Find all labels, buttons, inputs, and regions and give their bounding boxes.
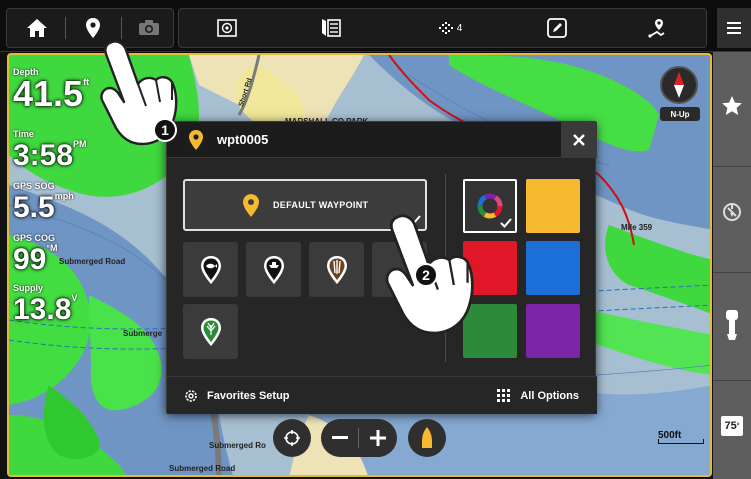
view-actions-group: 4 xyxy=(178,8,707,48)
grid-icon xyxy=(497,389,511,402)
main-menu-button[interactable] xyxy=(717,8,751,48)
sonar-view-button[interactable] xyxy=(205,9,249,47)
map-label-mile: Mile 359 xyxy=(621,223,653,232)
fish-waypoint-option[interactable] xyxy=(183,242,238,297)
map-scale: 500ft xyxy=(658,430,704,444)
supply-unit: V xyxy=(71,293,78,303)
dialog-title: wpt0005 xyxy=(217,132,269,147)
water-temp-value: 75 xyxy=(724,420,737,432)
step-badge-2: 2 xyxy=(414,263,438,287)
satellite-count: 4 xyxy=(456,22,463,34)
autopilot-button[interactable] xyxy=(713,192,751,232)
favorites-setup-label: Favorites Setup xyxy=(207,390,290,402)
sog-unit: mph xyxy=(54,191,74,201)
plus-icon xyxy=(370,430,386,446)
dialog-header: wpt0005 xyxy=(167,122,597,158)
cog-readout[interactable]: GPS COG 99°M xyxy=(13,233,57,277)
orientation-mode[interactable]: N-Up xyxy=(660,107,700,121)
favorites-button[interactable] xyxy=(713,86,751,126)
outboard-motor-icon xyxy=(726,310,738,340)
time-label: Time xyxy=(13,129,34,139)
time-value: 3:58 xyxy=(13,139,74,172)
all-options-label: All Options xyxy=(520,390,579,402)
time-readout[interactable]: Time 3:58PM xyxy=(13,129,87,173)
route-icon xyxy=(648,19,665,38)
map-label-submerged-road-2: Submerged Road xyxy=(169,464,236,473)
depth-readout[interactable]: Depth 41.5ft xyxy=(13,67,90,114)
boat-position-button[interactable] xyxy=(408,419,446,457)
zoom-out-button[interactable] xyxy=(321,419,359,457)
dialog-footer: Favorites Setup All Options xyxy=(167,376,597,414)
home-icon xyxy=(27,19,47,37)
autopilot-icon xyxy=(723,203,741,221)
zoom-in-button[interactable] xyxy=(359,419,397,457)
cog-value: 99 xyxy=(13,243,47,276)
checkmark-icon xyxy=(500,218,512,228)
depth-unit: ft xyxy=(83,77,90,87)
waypoint-pin-icon xyxy=(189,130,203,150)
satellite-status-button[interactable]: 4 xyxy=(425,9,475,47)
waypoint-dialog: wpt0005 DEFAULT WAYPOINT Favorites Setup… xyxy=(166,121,597,414)
supply-label: Supply xyxy=(13,283,44,293)
camera-icon xyxy=(139,20,159,35)
sog-value: 5.5 xyxy=(13,191,55,224)
default-waypoint-label: DEFAULT WAYPOINT xyxy=(273,200,369,210)
map-label-submerge: Submerge xyxy=(123,329,163,338)
vegetation-waypoint-option[interactable] xyxy=(183,304,238,359)
cog-unit: °M xyxy=(46,243,58,253)
step-badge-1: 1 xyxy=(153,118,177,142)
compass-icon xyxy=(674,72,684,98)
color-swatch-purple[interactable] xyxy=(526,304,580,358)
map-label-submerged-ro: Submerged Ro xyxy=(209,441,266,450)
supply-value: 13.8 xyxy=(13,293,72,326)
waypoint-pin-icon xyxy=(86,18,100,38)
color-swatch-blue[interactable] xyxy=(526,241,580,295)
structure-waypoint-option[interactable] xyxy=(309,242,364,297)
all-options-button[interactable]: All Options xyxy=(497,377,579,415)
time-unit: PM xyxy=(73,139,87,149)
chart-view-button[interactable] xyxy=(309,9,353,47)
home-button[interactable] xyxy=(15,9,59,47)
depth-value: 41.5 xyxy=(13,73,84,114)
cog-label: GPS COG xyxy=(13,233,56,243)
gear-icon xyxy=(185,390,197,402)
motor-button[interactable] xyxy=(713,304,751,348)
chart-book-icon xyxy=(322,19,341,37)
vegetation-waypoint-icon xyxy=(200,317,221,346)
star-icon xyxy=(722,96,742,115)
compass-button[interactable] xyxy=(660,66,698,104)
zoom-control xyxy=(321,419,397,457)
supply-readout[interactable]: Supply 13.8V xyxy=(13,283,77,327)
boat-waypoint-icon xyxy=(263,255,284,284)
edit-button[interactable] xyxy=(535,9,579,47)
map-label-submerged-road: Submerged Road xyxy=(59,257,126,266)
structure-waypoint-icon xyxy=(326,255,347,284)
close-icon xyxy=(573,134,585,146)
color-wheel-icon xyxy=(477,193,503,219)
sonar-icon xyxy=(217,19,237,37)
favorites-setup-button[interactable]: Favorites Setup xyxy=(183,377,290,415)
crosshair-icon xyxy=(284,430,300,446)
right-sidebar: 75 ° xyxy=(713,52,751,479)
color-swatch-yellow[interactable] xyxy=(526,179,580,233)
fish-waypoint-icon xyxy=(200,255,221,284)
minus-icon xyxy=(332,436,348,439)
satellites-icon xyxy=(438,22,453,34)
app-screen: 4 Short Rd Submerged Road Submerge Subme… xyxy=(0,0,751,479)
dialog-close-button[interactable] xyxy=(561,122,597,158)
sog-label: GPS SOG xyxy=(13,181,55,191)
route-button[interactable] xyxy=(635,9,679,47)
degree-icon: ° xyxy=(736,422,740,430)
boat-waypoint-option[interactable] xyxy=(246,242,301,297)
water-temp-button[interactable]: 75 ° xyxy=(713,412,751,440)
boat-icon xyxy=(422,427,432,448)
waypoint-pin-icon xyxy=(243,194,259,217)
center-position-button[interactable] xyxy=(273,419,311,457)
sog-readout[interactable]: GPS SOG 5.5mph xyxy=(13,181,74,225)
hamburger-menu-icon xyxy=(727,22,741,34)
edit-icon xyxy=(547,18,567,38)
scale-label: 500ft xyxy=(658,430,682,441)
